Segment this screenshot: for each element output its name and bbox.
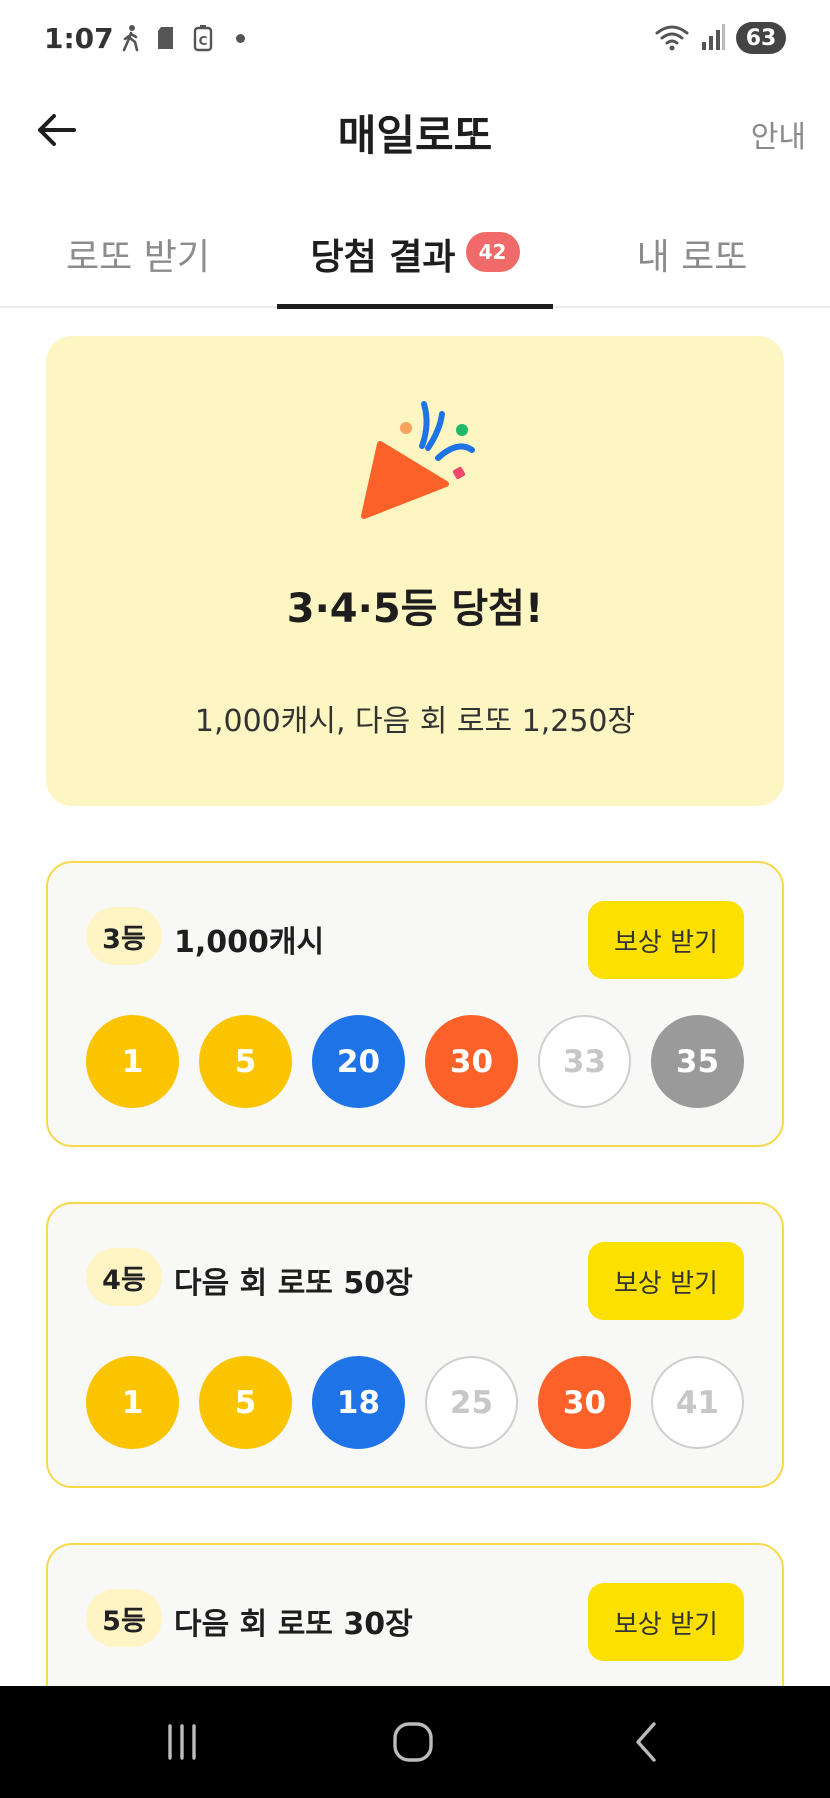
rank-badge: 5등 — [86, 1589, 162, 1647]
active-tab-indicator — [277, 304, 553, 309]
lotto-numbers: 1 5 18 25 30 41 — [86, 1356, 744, 1449]
signal-icon — [702, 24, 725, 50]
lotto-ball: 20 — [312, 1015, 405, 1108]
lotto-numbers: 1 5 20 30 33 35 — [86, 1015, 744, 1108]
system-nav-bar — [0, 1686, 830, 1798]
prize-card-4th: 4등 다음 회 로또 50장 보상 받기 1 5 18 25 30 41 — [46, 1202, 784, 1488]
rank-badge: 4등 — [86, 1248, 162, 1306]
battery-indicator: 63 — [736, 22, 786, 54]
status-time: 1:07 — [44, 22, 114, 55]
recent-apps-button[interactable] — [152, 1714, 212, 1770]
tab-label: 당첨 결과 — [310, 237, 456, 278]
lotto-ball: 1 — [86, 1356, 179, 1449]
tab-get-lotto[interactable]: 로또 받기 — [18, 210, 258, 308]
prize-card-3rd: 3등 1,000캐시 보상 받기 1 5 20 30 33 35 — [46, 861, 784, 1147]
svg-text:C: C — [199, 34, 208, 48]
sd-card-icon — [158, 27, 173, 49]
home-icon — [393, 1722, 433, 1762]
lotto-ball: 18 — [312, 1356, 405, 1449]
claim-reward-button[interactable]: 보상 받기 — [588, 1583, 744, 1661]
lotto-ball: 30 — [425, 1015, 518, 1108]
lotto-ball: 33 — [538, 1015, 631, 1108]
page-title: 매일로또 — [337, 111, 493, 160]
lotto-ball: 41 — [651, 1356, 744, 1449]
tab-label: 로또 받기 — [66, 237, 210, 278]
battery-saver-icon: C — [193, 25, 213, 52]
prize-reward: 다음 회 로또 30장 — [174, 1607, 413, 1642]
win-summary-banner: 3·4·5등 당첨! 1,000캐시, 다음 회 로또 1,250장 — [46, 336, 784, 806]
notification-dot — [236, 33, 245, 43]
status-icons-right: 63 — [654, 22, 786, 54]
status-bar: 1:07 C 63 — [0, 0, 830, 80]
app-header: 매일로또 안내 — [0, 80, 830, 180]
results-count-badge: 42 — [465, 232, 520, 272]
prize-reward: 다음 회 로또 50장 — [174, 1266, 413, 1301]
recent-apps-icon — [168, 1724, 196, 1760]
system-back-button[interactable] — [616, 1714, 676, 1770]
lotto-ball: 5 — [199, 1015, 292, 1108]
prize-reward: 1,000캐시 — [174, 925, 325, 960]
tab-bar: 로또 받기 당첨 결과 42 내 로또 — [0, 210, 830, 309]
wifi-icon — [655, 25, 689, 51]
status-icons-left: C — [120, 24, 245, 52]
lotto-ball: 5 — [199, 1356, 292, 1449]
tab-results[interactable]: 당첨 결과 42 — [276, 210, 554, 308]
win-title: 3·4·5등 당첨! — [286, 586, 544, 632]
walk-icon — [122, 25, 139, 52]
lotto-ball: 25 — [425, 1356, 518, 1449]
tab-label: 내 로또 — [636, 237, 748, 278]
home-button[interactable] — [383, 1714, 443, 1770]
tab-my-lotto[interactable]: 내 로또 — [572, 210, 812, 308]
win-description: 1,000캐시, 다음 회 로또 1,250장 — [194, 704, 636, 739]
claim-reward-button[interactable]: 보상 받기 — [588, 1242, 744, 1320]
lotto-ball: 30 — [538, 1356, 631, 1449]
lotto-ball: 35 — [651, 1015, 744, 1108]
chevron-left-icon — [636, 1722, 656, 1762]
claim-reward-button[interactable]: 보상 받기 — [588, 901, 744, 979]
rank-badge: 3등 — [86, 907, 162, 965]
guide-link[interactable]: 안내 — [751, 112, 806, 156]
party-popper-icon — [358, 401, 475, 519]
lotto-ball: 1 — [86, 1015, 179, 1108]
